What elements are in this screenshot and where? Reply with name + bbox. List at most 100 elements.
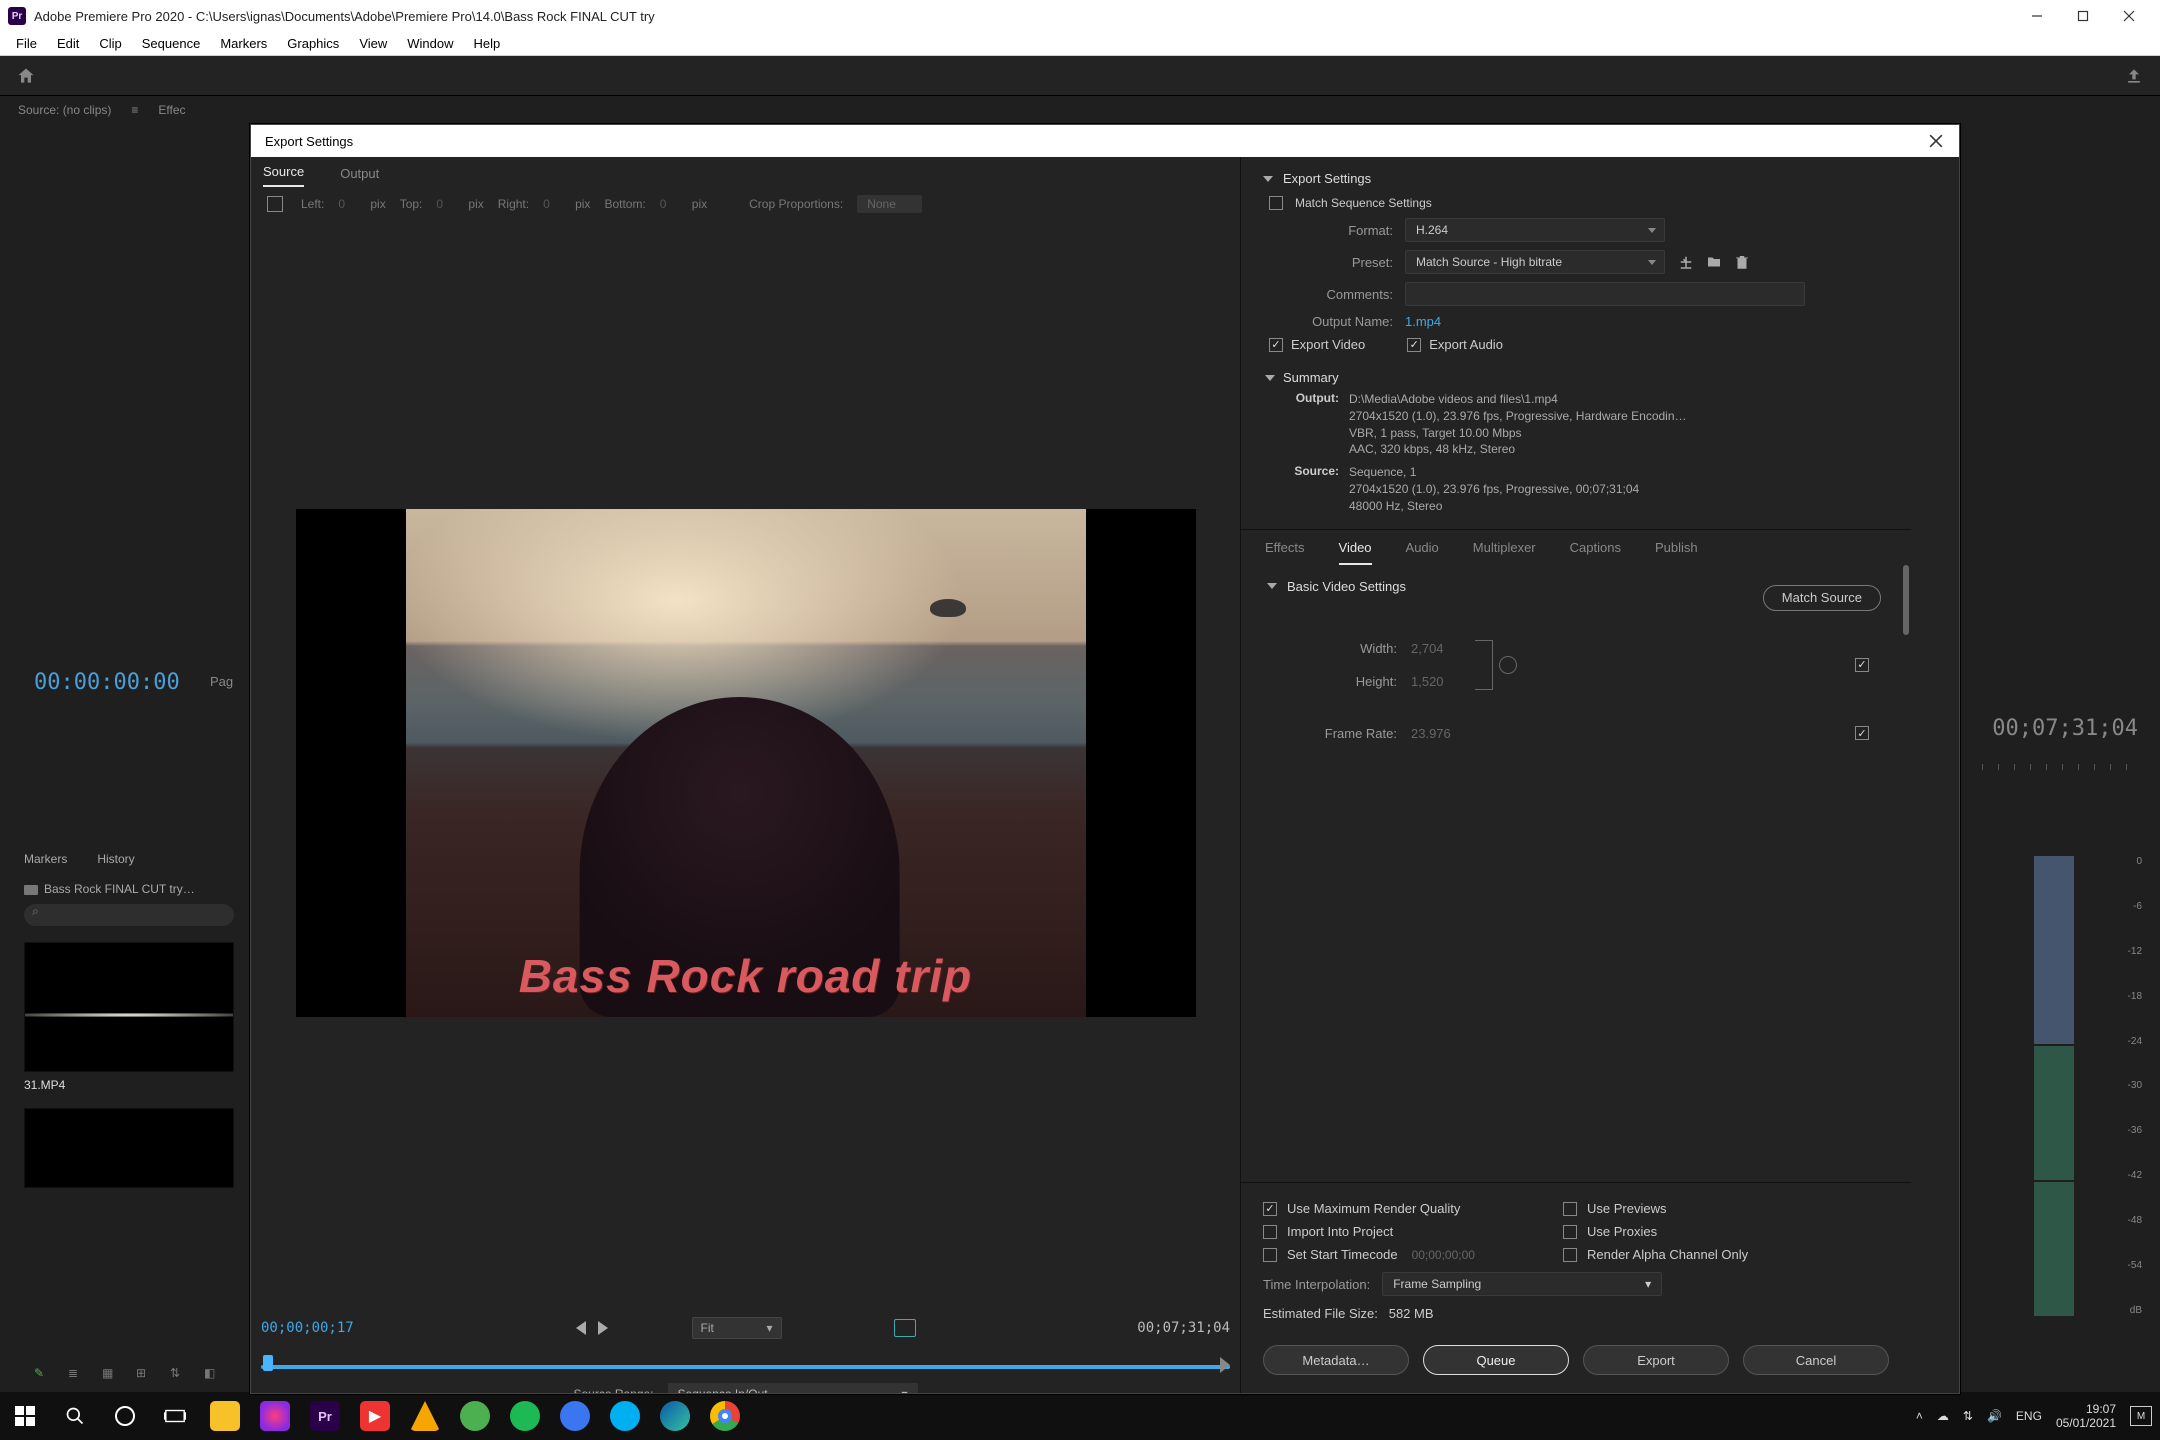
tab-multiplexer[interactable]: Multiplexer: [1473, 540, 1536, 565]
zoom-fit-dropdown[interactable]: Fit▾: [692, 1317, 782, 1339]
project-breadcrumb[interactable]: Bass Rock FINAL CUT try…: [24, 882, 226, 896]
taskbar-app-explorer[interactable]: [208, 1399, 242, 1433]
use-previews-checkbox[interactable]: [1563, 1202, 1577, 1216]
summary-heading[interactable]: Summary: [1265, 370, 1889, 385]
export-button[interactable]: Export: [1583, 1345, 1729, 1375]
preset-dropdown[interactable]: Match Source - High bitrate: [1405, 250, 1665, 274]
cancel-button[interactable]: Cancel: [1743, 1345, 1889, 1375]
tab-effect[interactable]: Effec: [158, 103, 185, 117]
menu-view[interactable]: View: [349, 34, 397, 53]
tray-onedrive-icon[interactable]: ☁: [1937, 1409, 1949, 1423]
taskbar-app-signal[interactable]: [558, 1399, 592, 1433]
taskbar-app-skype[interactable]: [608, 1399, 642, 1433]
max-render-quality-checkbox[interactable]: [1263, 1202, 1277, 1216]
tab-source-preview[interactable]: Source: [263, 164, 304, 187]
tab-output-preview[interactable]: Output: [340, 166, 379, 187]
crop-proportions-dropdown[interactable]: None: [857, 195, 922, 213]
tray-clock[interactable]: 19:07 05/01/2021: [2056, 1402, 2116, 1431]
tab-history[interactable]: History: [97, 852, 134, 866]
menu-graphics[interactable]: Graphics: [277, 34, 349, 53]
tab-video[interactable]: Video: [1339, 540, 1372, 565]
match-source-button[interactable]: Match Source: [1763, 585, 1881, 611]
width-value[interactable]: 2,704: [1411, 641, 1467, 656]
cortana-icon[interactable]: [108, 1399, 142, 1433]
taskbar-app-cc[interactable]: [258, 1399, 292, 1433]
match-sequence-checkbox[interactable]: [1269, 196, 1283, 210]
tray-language[interactable]: ENG: [2016, 1409, 2042, 1423]
home-icon[interactable]: [16, 66, 36, 86]
tab-effects[interactable]: Effects: [1265, 540, 1305, 565]
time-interpolation-dropdown[interactable]: Frame Sampling▾: [1382, 1272, 1662, 1296]
menu-sequence[interactable]: Sequence: [132, 34, 211, 53]
sort-icon[interactable]: ⇅: [170, 1366, 186, 1382]
comments-input[interactable]: [1405, 282, 1805, 306]
step-forward-icon[interactable]: [598, 1321, 608, 1335]
taskbar-app-utorrent[interactable]: [458, 1399, 492, 1433]
timeline-ruler[interactable]: [1982, 740, 2142, 770]
format-dropdown[interactable]: H.264: [1405, 218, 1665, 242]
framerate-match-checkbox[interactable]: [1855, 726, 1869, 740]
new-item-icon[interactable]: ✎: [34, 1366, 50, 1382]
tab-captions[interactable]: Captions: [1570, 540, 1621, 565]
crop-bottom-value[interactable]: 0: [660, 197, 678, 211]
import-project-checkbox[interactable]: [1263, 1225, 1277, 1239]
tray-chevron-icon[interactable]: ˄: [1916, 1409, 1923, 1423]
tray-notifications-icon[interactable]: M: [2130, 1406, 2152, 1426]
menu-file[interactable]: File: [6, 34, 47, 53]
clip-thumbnail[interactable]: [24, 1108, 234, 1188]
metadata-button[interactable]: Metadata…: [1263, 1345, 1409, 1375]
project-search[interactable]: ⌕: [24, 904, 234, 926]
settings-icon[interactable]: ◧: [204, 1366, 220, 1382]
clip-thumbnail[interactable]: [24, 942, 234, 1072]
menu-markers[interactable]: Markers: [210, 34, 277, 53]
minimize-button[interactable]: [2014, 0, 2060, 32]
delete-preset-icon[interactable]: [1733, 253, 1751, 271]
use-proxies-checkbox[interactable]: [1563, 1225, 1577, 1239]
crop-icon[interactable]: [267, 196, 283, 212]
save-preset-icon[interactable]: [1677, 253, 1695, 271]
preview-current-tc[interactable]: 00;00;00;17: [261, 1320, 441, 1336]
export-settings-heading[interactable]: Export Settings: [1263, 171, 1889, 186]
start-timecode-checkbox[interactable]: [1263, 1248, 1277, 1262]
menu-edit[interactable]: Edit: [47, 34, 89, 53]
taskbar-app-winamp[interactable]: [408, 1399, 442, 1433]
dimensions-match-checkbox[interactable]: [1855, 658, 1869, 672]
tab-publish[interactable]: Publish: [1655, 540, 1698, 565]
preview-frame[interactable]: Bass Rock road trip: [296, 509, 1196, 1017]
menu-window[interactable]: Window: [397, 34, 463, 53]
icon-view-icon[interactable]: ▦: [102, 1366, 118, 1382]
aspect-toggle-icon[interactable]: [894, 1319, 916, 1337]
dialog-close-button[interactable]: [1927, 132, 1945, 150]
maximize-button[interactable]: [2060, 0, 2106, 32]
close-button[interactable]: [2106, 0, 2152, 32]
output-name-link[interactable]: 1.mp4: [1405, 314, 1441, 329]
settings-scrollbar[interactable]: [1903, 565, 1909, 635]
menu-clip[interactable]: Clip: [89, 34, 131, 53]
link-dimensions-icon[interactable]: [1499, 656, 1517, 674]
queue-button[interactable]: Queue: [1423, 1345, 1569, 1375]
crop-right-value[interactable]: 0: [543, 197, 561, 211]
list-view-icon[interactable]: ≣: [68, 1366, 84, 1382]
tab-markers[interactable]: Markers: [24, 852, 67, 866]
start-button[interactable]: [8, 1399, 42, 1433]
share-icon[interactable]: [2124, 66, 2144, 86]
crop-top-value[interactable]: 0: [436, 197, 454, 211]
out-point-icon[interactable]: [1220, 1357, 1230, 1373]
height-value[interactable]: 1,520: [1411, 674, 1467, 689]
freeform-view-icon[interactable]: ⊞: [136, 1366, 152, 1382]
crop-left-value[interactable]: 0: [338, 197, 356, 211]
render-alpha-checkbox[interactable]: [1563, 1248, 1577, 1262]
framerate-value[interactable]: 23.976: [1411, 726, 1467, 741]
export-video-checkbox[interactable]: [1269, 338, 1283, 352]
export-audio-checkbox[interactable]: [1407, 338, 1421, 352]
menu-help[interactable]: Help: [464, 34, 511, 53]
import-preset-icon[interactable]: [1705, 253, 1723, 271]
taskbar-app-spotify[interactable]: [508, 1399, 542, 1433]
taskbar-app-youtube[interactable]: ▶: [358, 1399, 392, 1433]
scrub-track[interactable]: [261, 1361, 1230, 1371]
playhead-icon[interactable]: [263, 1355, 273, 1371]
task-view-icon[interactable]: [158, 1399, 192, 1433]
taskbar-app-premiere[interactable]: Pr: [308, 1399, 342, 1433]
search-icon[interactable]: [58, 1399, 92, 1433]
source-range-dropdown[interactable]: Sequence In/Out▾: [668, 1383, 918, 1393]
